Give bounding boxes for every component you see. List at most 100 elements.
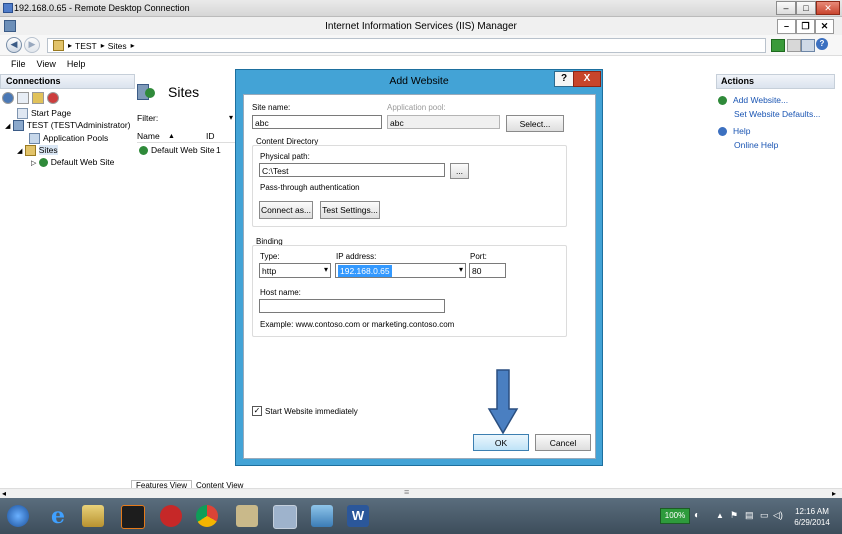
action-online-help[interactable]: Online Help: [734, 140, 778, 150]
breadcrumb-separator-icon: ▸: [130, 41, 135, 50]
rdp-title: 192.168.0.65 - Remote Desktop Connection: [14, 3, 190, 13]
breadcrumb-item-sites[interactable]: Sites: [108, 41, 127, 51]
dialog-close-button[interactable]: X: [573, 71, 601, 87]
action-help[interactable]: Help: [718, 126, 750, 136]
start-immediately-checkbox[interactable]: ✓ Start Website immediately: [252, 406, 358, 416]
iis-minimize-button[interactable]: –: [777, 19, 796, 34]
scroll-right-icon[interactable]: ▸: [832, 489, 836, 498]
tree-item-application-pools[interactable]: Application Pools: [29, 133, 108, 145]
expand-icon[interactable]: ▷: [31, 160, 36, 167]
start-button-icon[interactable]: [7, 505, 29, 527]
table-row[interactable]: Default Web Site 1: [139, 145, 221, 155]
physical-path-label: Physical path:: [260, 152, 310, 161]
globe-icon: [139, 145, 148, 155]
maximize-button[interactable]: □: [796, 1, 816, 15]
back-icon[interactable]: ◀: [6, 37, 22, 53]
internet-explorer-icon[interactable]: e: [47, 505, 69, 527]
iis-close-button[interactable]: ✕: [815, 19, 834, 34]
app-pool-input: abc: [387, 115, 500, 129]
dialog-title: Add Website: [389, 75, 449, 87]
up-folder-icon[interactable]: [32, 92, 44, 104]
checkbox-checked-icon[interactable]: ✓: [252, 406, 262, 416]
port-input[interactable]: 80: [469, 263, 506, 278]
browse-button[interactable]: ...: [450, 163, 469, 179]
rdp-icon: [3, 3, 13, 13]
flag-icon[interactable]: ⚑: [730, 510, 738, 521]
battery-indicator[interactable]: 100%: [660, 508, 690, 524]
connect-as-button[interactable]: Connect as...: [259, 201, 313, 219]
column-header-id[interactable]: ID: [206, 131, 215, 141]
cancel-button[interactable]: Cancel: [535, 434, 591, 451]
server-icon: [12, 120, 24, 132]
tray-expand-icon[interactable]: ▲: [716, 511, 724, 520]
monitor-icon[interactable]: ▭: [760, 510, 769, 521]
sites-list-header: Name ▲ ID: [137, 130, 237, 143]
iis-title-bar: Internet Information Services (IIS) Mana…: [0, 17, 842, 35]
action-set-website-defaults[interactable]: Set Website Defaults...: [734, 109, 820, 119]
word-icon[interactable]: W: [347, 505, 369, 527]
file-explorer-icon[interactable]: [82, 505, 104, 527]
connect-icon[interactable]: [2, 92, 14, 104]
menu-view[interactable]: View: [37, 59, 56, 69]
app-pool-label: Application pool:: [387, 103, 446, 112]
select-button[interactable]: Select...: [506, 115, 564, 132]
clock-time: 12:16 AM: [795, 507, 829, 516]
filter-label: Filter:: [137, 113, 159, 123]
annotation-arrow-icon: [487, 369, 519, 435]
actions-header: Actions: [716, 74, 835, 89]
app-folder-icon[interactable]: [236, 505, 258, 527]
iis-manager-icon[interactable]: [273, 505, 297, 529]
physical-path-input[interactable]: C:\Test: [259, 163, 445, 177]
home-icon[interactable]: [801, 39, 815, 52]
scroll-thumb-icon[interactable]: ≡: [404, 487, 409, 497]
ip-address-select[interactable]: 192.168.0.65 ▾: [335, 263, 466, 278]
tree-item-sites[interactable]: ◢ Sites: [17, 145, 58, 157]
action-add-website[interactable]: Add Website...: [718, 95, 788, 105]
minimize-button[interactable]: –: [776, 1, 796, 15]
iis-restore-button[interactable]: ❐: [796, 19, 815, 34]
save-icon[interactable]: [17, 92, 29, 104]
clock[interactable]: 12:16 AM 6/29/2014: [784, 506, 840, 528]
menu-help[interactable]: Help: [67, 59, 86, 69]
breadcrumb-item-test[interactable]: TEST: [75, 41, 97, 51]
test-settings-button[interactable]: Test Settings...: [320, 201, 380, 219]
volume-icon[interactable]: ◁): [773, 510, 783, 521]
refresh-icon[interactable]: [771, 39, 785, 52]
forward-icon[interactable]: ▶: [24, 37, 40, 53]
toggle-icon[interactable]: ◐: [694, 510, 700, 521]
tree-item-default-web-site[interactable]: ▷ Default Web Site: [31, 157, 114, 168]
help-icon: [718, 126, 727, 136]
ok-button[interactable]: OK: [473, 434, 529, 451]
breadcrumb[interactable]: ▸ TEST ▸ Sites ▸: [47, 38, 766, 53]
scroll-left-icon[interactable]: ◂: [2, 489, 6, 498]
sites-folder-icon: [24, 145, 36, 157]
sort-ascending-icon: ▲: [168, 132, 175, 140]
network-icon[interactable]: ▤: [745, 510, 754, 521]
help-icon[interactable]: ?: [816, 38, 828, 50]
disconnect-icon[interactable]: [47, 92, 59, 104]
filter-dropdown-icon[interactable]: ▾: [229, 113, 233, 122]
tree-item-start-page[interactable]: Start Page: [17, 108, 71, 120]
rdp-close-button[interactable]: ✕: [816, 1, 840, 15]
menu-file[interactable]: File: [11, 59, 26, 69]
media-player-icon[interactable]: [121, 505, 145, 529]
passthrough-label: Pass-through authentication: [260, 183, 360, 192]
connections-header: Connections: [0, 74, 135, 89]
tree-item-server[interactable]: ◢ TEST (TEST\Administrator): [5, 120, 131, 132]
host-name-input[interactable]: [259, 299, 445, 313]
type-select[interactable]: http ▾: [259, 263, 331, 278]
port-label: Port:: [470, 252, 487, 261]
dialog-help-button[interactable]: ?: [554, 71, 574, 87]
collapse-icon[interactable]: ◢: [17, 148, 22, 155]
host-name-example: Example: www.contoso.com or marketing.co…: [260, 320, 455, 329]
site-name-input[interactable]: abc: [252, 115, 382, 129]
app-red-icon[interactable]: [160, 505, 182, 527]
ip-address-label: IP address:: [336, 252, 377, 261]
remote-desktop-icon[interactable]: [311, 505, 333, 527]
chevron-down-icon: ▾: [458, 265, 463, 274]
app-pool-icon: [29, 133, 40, 145]
collapse-icon[interactable]: ◢: [5, 123, 10, 130]
chrome-icon[interactable]: [196, 505, 218, 527]
column-header-name[interactable]: Name: [137, 131, 168, 141]
stop-icon[interactable]: [787, 39, 801, 52]
